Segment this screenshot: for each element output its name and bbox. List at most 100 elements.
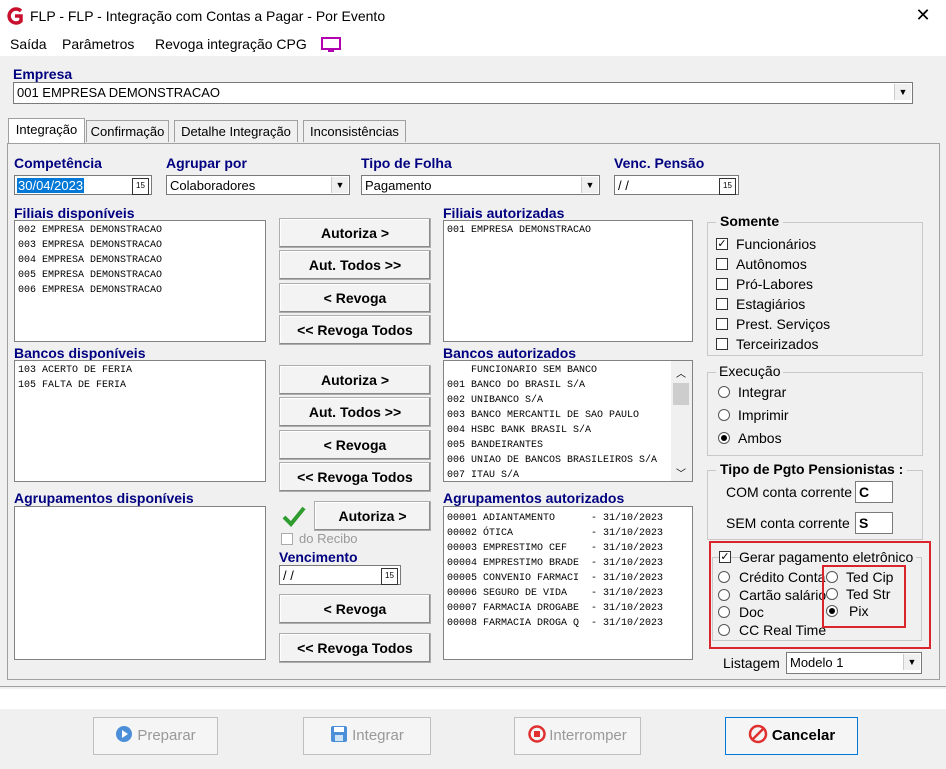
list-item[interactable]: 003 BANCO MERCANTIL DE SAO PAULO [444,408,692,423]
revoga-todos-bancos-button[interactable]: << Revoga Todos [279,462,431,492]
pro-labores-label: Pró-Labores [736,276,814,292]
app-logo-icon [7,7,23,25]
com-conta-input[interactable]: C [855,481,893,503]
autoriza-filiais-button[interactable]: Autoriza > [279,218,431,248]
list-item[interactable]: FUNCIONARIO SEM BANCO [444,363,692,378]
preparar-button[interactable]: Preparar [93,717,218,755]
venc-pensao-input[interactable]: / / 15 [614,175,739,195]
listagem-label: Listagem [723,655,780,671]
calendar-icon[interactable]: 15 [719,178,736,195]
sem-conta-input[interactable]: S [855,512,893,534]
agrupamentos-autorizados-list[interactable]: 00001 ADIANTAMENTO - 31/10/2023 00002 ÓT… [443,506,693,660]
agrupar-select[interactable]: Colaboradores ▼ [166,175,350,195]
autoriza-bancos-button[interactable]: Autoriza > [279,365,431,395]
filiais-autorizadas-list[interactable]: 001 EMPRESA DEMONSTRACAO [443,220,693,342]
list-item[interactable]: 002 EMPRESA DEMONSTRACAO [15,223,265,238]
listagem-select[interactable]: Modelo 1 ▼ [786,652,922,674]
tab-inconsistencias[interactable]: Inconsistências [303,120,406,142]
tab-confirmacao[interactable]: Confirmação [86,120,169,142]
list-item[interactable]: 007 ITAU S/A [444,468,692,481]
aut-todos-filiais-button[interactable]: Aut. Todos >> [279,250,431,280]
revoga-bancos-button[interactable]: < Revoga [279,430,431,460]
bancos-autorizados-list[interactable]: FUNCIONARIO SEM BANCO 001 BANCO DO BRASI… [443,360,693,482]
revoga-agrupamento-button[interactable]: < Revoga [279,594,431,624]
autoriza-agrupamento-button[interactable]: Autoriza > [314,501,431,531]
list-item[interactable]: 005 BANDEIRANTES [444,438,692,453]
menu-parametros[interactable]: Parâmetros [62,36,134,52]
list-item[interactable]: 006 EMPRESA DEMONSTRACAO [15,283,265,298]
list-item[interactable]: 103 ACERTO DE FERIA [15,363,265,378]
chevron-up-icon[interactable]: ︿ [676,365,686,380]
list-item[interactable]: 006 UNIAO DE BANCOS BRASILEIROS S/A [444,453,692,468]
chevron-down-icon[interactable]: ▼ [903,654,920,670]
calendar-icon[interactable]: 15 [132,178,149,195]
competencia-input[interactable]: 30/04/2023 15 [14,175,152,195]
empresa-select[interactable]: 001 EMPRESA DEMONSTRACAO ▼ [13,82,913,104]
close-icon[interactable]: ✕ [912,5,934,26]
competencia-label: Competência [14,155,102,171]
play-icon [116,726,133,742]
list-item[interactable]: 005 EMPRESA DEMONSTRACAO [15,268,265,283]
calendar-icon[interactable]: 15 [381,568,398,585]
list-item[interactable]: 00006 SEGURO DE VIDA - 31/10/2023 [444,586,692,601]
list-item[interactable]: 00001 ADIANTAMENTO - 31/10/2023 [444,511,692,526]
list-item[interactable]: 001 EMPRESA DEMONSTRACAO [444,223,692,238]
agrupamentos-disponiveis-list[interactable] [14,506,266,660]
scrollbar-thumb[interactable] [673,383,689,405]
list-item[interactable]: 004 EMPRESA DEMONSTRACAO [15,253,265,268]
tab-detalhe-integracao[interactable]: Detalhe Integração [174,120,298,142]
menu-revoga-integracao[interactable]: Revoga integração CPG [155,36,307,52]
ambos-radio[interactable] [718,432,730,444]
save-icon [331,726,348,742]
vencimento-input[interactable]: / / 15 [279,565,401,585]
estagiarios-checkbox[interactable] [716,298,728,310]
scrollbar[interactable]: ︿ ﹀ [671,361,692,481]
aut-todos-bancos-button[interactable]: Aut. Todos >> [279,397,431,427]
funcionarios-checkbox[interactable]: ✓ [716,238,728,250]
monitor-icon[interactable] [320,36,342,54]
list-item[interactable]: 00003 EMPRESTIMO CEF - 31/10/2023 [444,541,692,556]
integrar-radio[interactable] [718,386,730,398]
revoga-todos-agrupamento-button[interactable]: << Revoga Todos [279,633,431,663]
list-item[interactable]: 002 UNIBANCO S/A [444,393,692,408]
competencia-value: 30/04/2023 [17,178,85,193]
pro-labores-checkbox[interactable] [716,278,728,290]
interromper-button[interactable]: Interromper [514,717,641,755]
sem-conta-value: S [859,515,869,531]
filiais-disponiveis-label: Filiais disponíveis [14,205,135,221]
window-title: FLP - FLP - Integração com Contas a Paga… [30,8,386,24]
chevron-down-icon[interactable]: ▼ [581,177,598,193]
do-recibo-checkbox[interactable] [281,533,293,545]
cancelar-button[interactable]: Cancelar [725,717,858,755]
chevron-down-icon[interactable]: ﹀ [676,465,686,480]
revoga-todos-filiais-button[interactable]: << Revoga Todos [279,315,431,345]
ambos-label: Ambos [738,430,782,446]
terceirizados-checkbox[interactable] [716,338,728,350]
tipo-folha-select[interactable]: Pagamento ▼ [361,175,600,195]
chevron-down-icon[interactable]: ▼ [894,84,911,100]
revoga-filiais-button[interactable]: < Revoga [279,283,431,313]
list-item[interactable]: 00004 EMPRESTIMO BRADE - 31/10/2023 [444,556,692,571]
integrar-button[interactable]: Integrar [303,717,431,755]
stop-icon [528,725,546,743]
cancel-icon [748,724,768,744]
list-item[interactable]: 001 BANCO DO BRASIL S/A [444,378,692,393]
list-item[interactable]: 003 EMPRESA DEMONSTRACAO [15,238,265,253]
tab-integracao[interactable]: Integração [8,118,85,143]
filiais-disponiveis-list[interactable]: 002 EMPRESA DEMONSTRACAO 003 EMPRESA DEM… [14,220,266,342]
imprimir-radio[interactable] [718,409,730,421]
list-item[interactable]: 105 FALTA DE FERIA [15,378,265,393]
list-item[interactable]: 004 HSBC BANK BRASIL S/A [444,423,692,438]
chevron-down-icon[interactable]: ▼ [331,177,348,193]
list-item[interactable]: 00005 CONVENIO FARMACI - 31/10/2023 [444,571,692,586]
autonomos-checkbox[interactable] [716,258,728,270]
list-item[interactable]: 00002 ÓTICA - 31/10/2023 [444,526,692,541]
bancos-disponiveis-list[interactable]: 103 ACERTO DE FERIA 105 FALTA DE FERIA [14,360,266,482]
imprimir-label: Imprimir [738,407,789,423]
list-item[interactable]: 00007 FARMACIA DROGABE - 31/10/2023 [444,601,692,616]
filiais-autorizadas-label: Filiais autorizadas [443,205,565,221]
menu-saida[interactable]: Saída [10,36,47,52]
list-item[interactable]: 00008 FARMACIA DROGA Q - 31/10/2023 [444,616,692,631]
prest-servicos-label: Prest. Serviços [736,316,831,332]
prest-servicos-checkbox[interactable] [716,318,728,330]
